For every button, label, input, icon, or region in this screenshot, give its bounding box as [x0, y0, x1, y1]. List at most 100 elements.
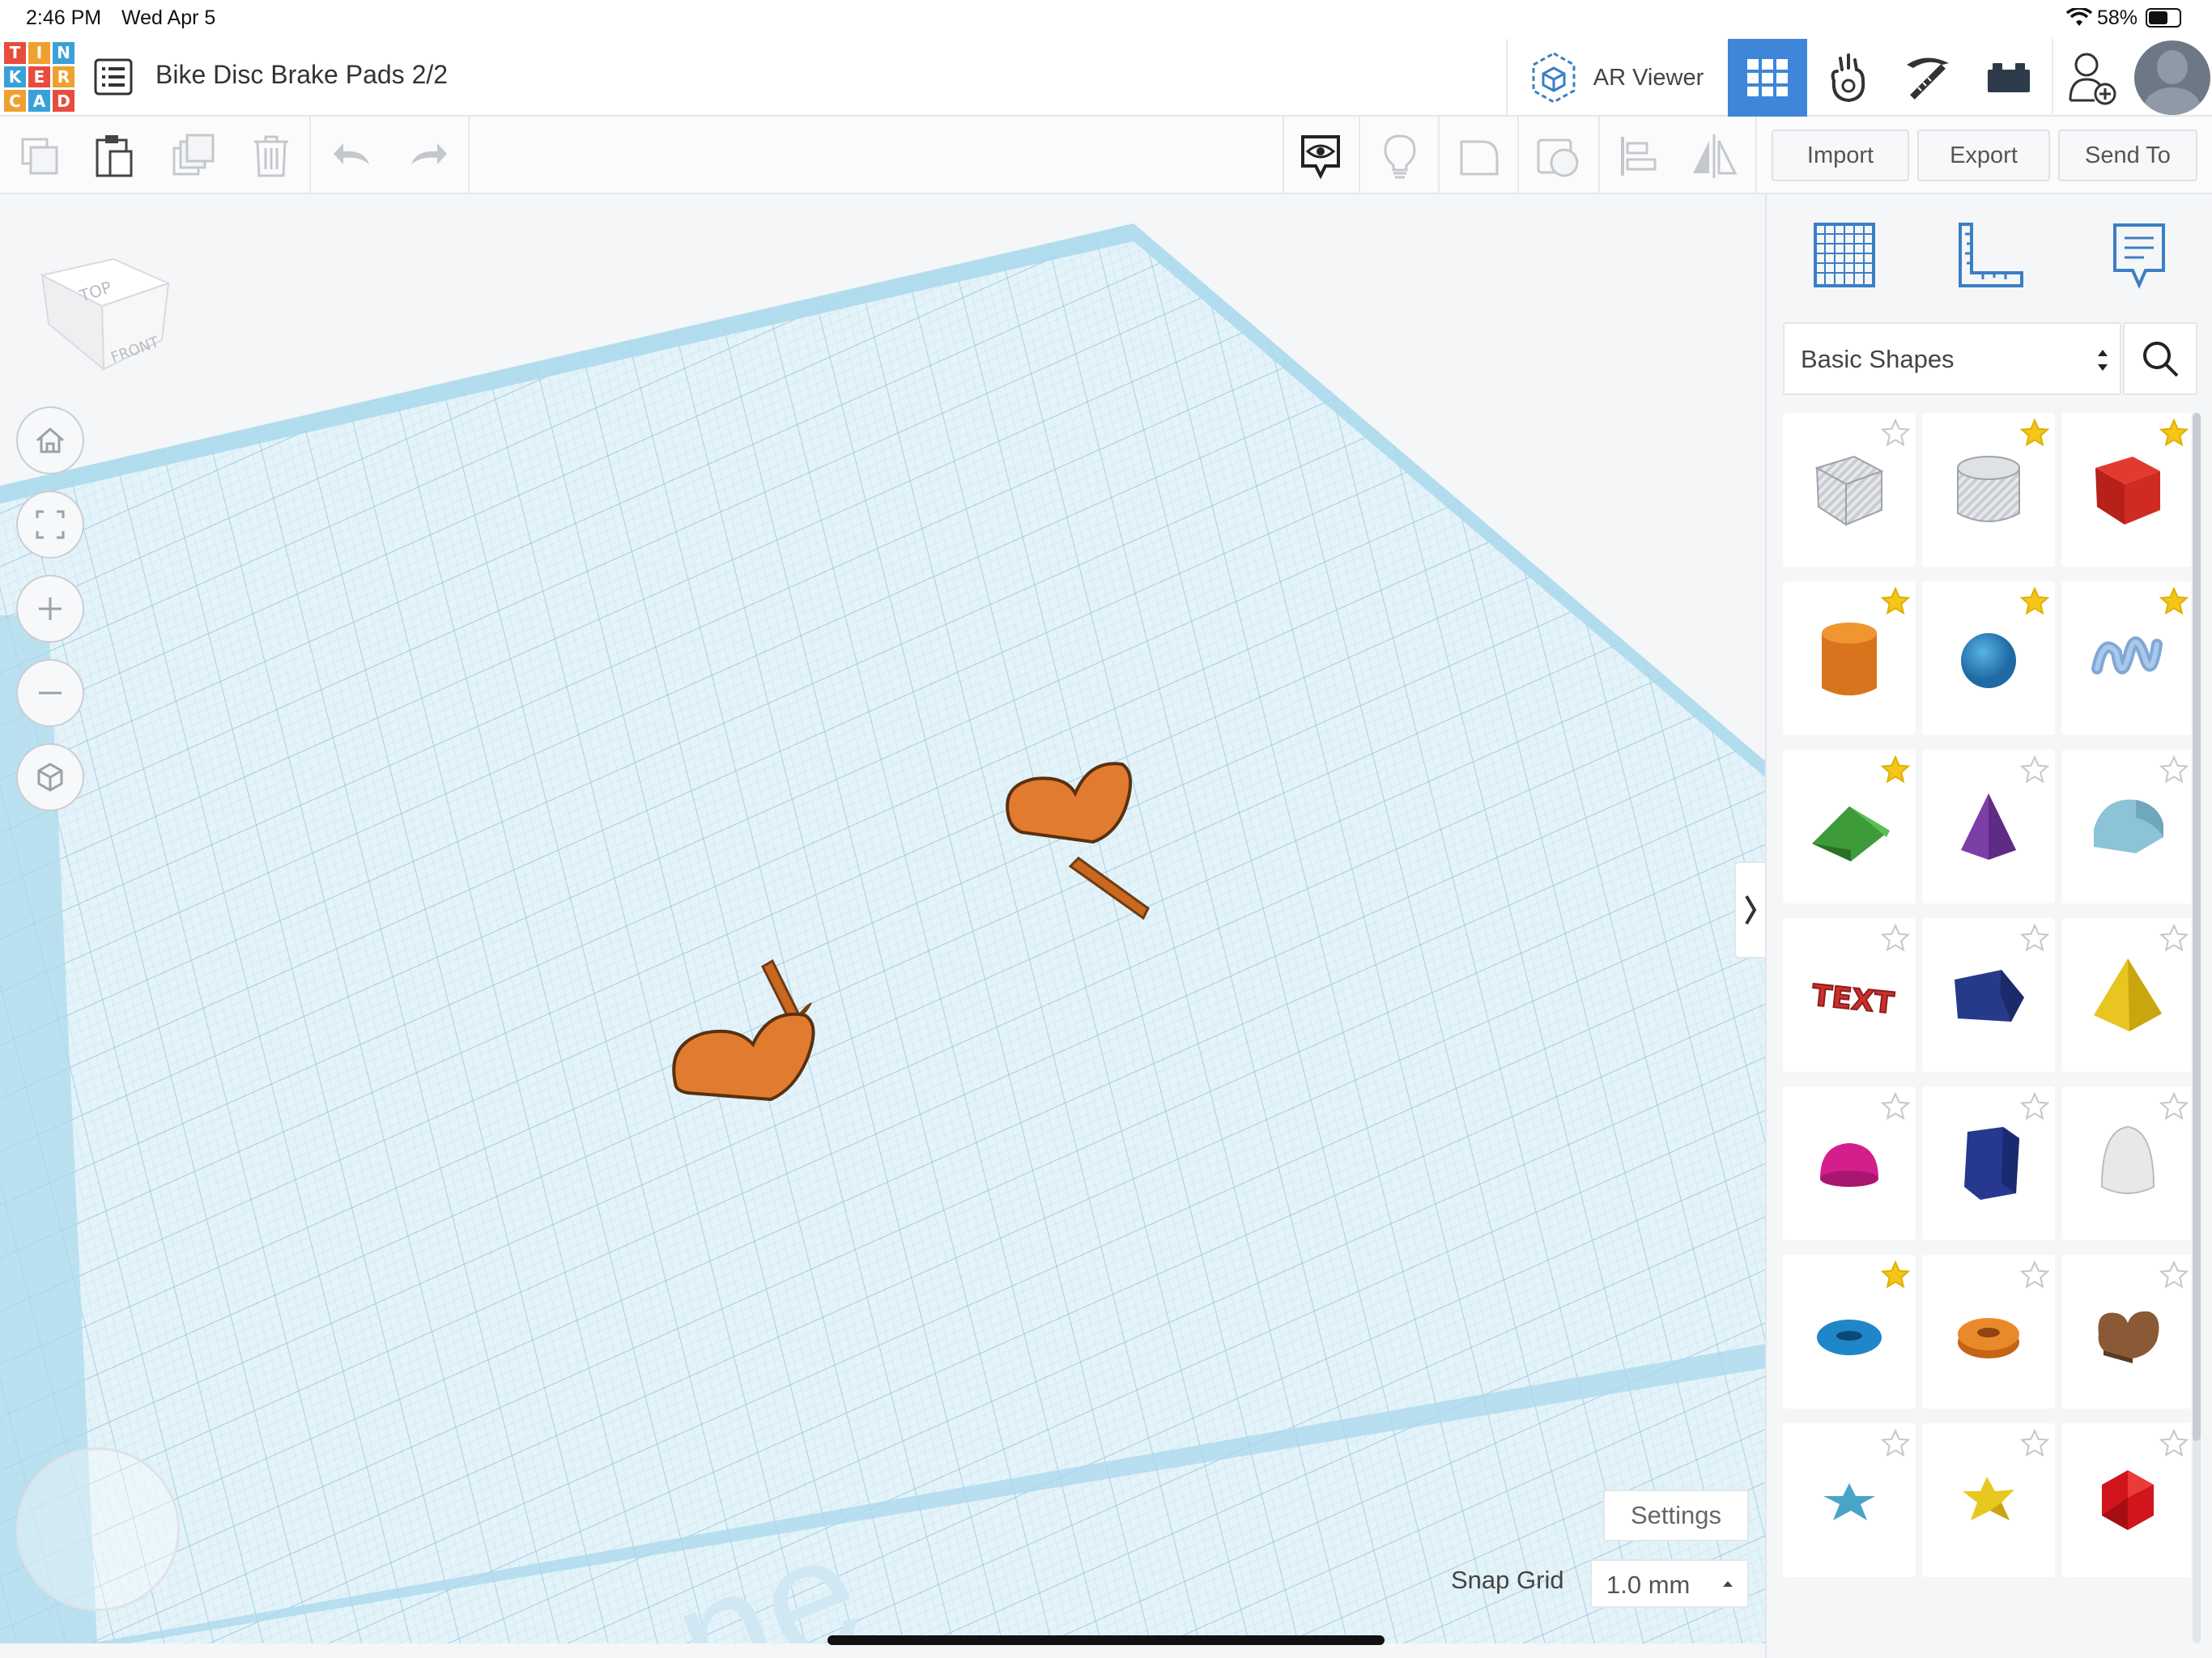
logo-letter: T: [4, 42, 26, 64]
favorite-star-filled-icon[interactable]: [2019, 418, 2050, 449]
home-indicator: [827, 1635, 1385, 1645]
tinker-hand-icon: [1831, 53, 1865, 103]
favorite-star-icon[interactable]: [2019, 923, 2050, 954]
align-button[interactable]: [1610, 128, 1666, 185]
favorite-star-filled-icon[interactable]: [1880, 755, 1911, 785]
fit-view-icon: [36, 510, 65, 539]
favorite-star-icon[interactable]: [2159, 1428, 2189, 1459]
tab-notes[interactable]: [2099, 215, 2180, 296]
shape-tile-box-hole[interactable]: [1783, 413, 1916, 567]
notes-visibility-button[interactable]: [1292, 128, 1349, 185]
list-icon[interactable]: [94, 58, 133, 96]
shape-tile-paraboloid[interactable]: [2061, 1086, 2191, 1240]
favorite-star-icon[interactable]: [2159, 755, 2189, 785]
favorite-star-filled-icon[interactable]: [2019, 586, 2050, 617]
tinkercad-logo[interactable]: TIN KER CAD: [4, 42, 74, 112]
redo-button[interactable]: [400, 128, 457, 185]
shape-tile-cone[interactable]: [1922, 750, 2055, 903]
favorite-star-icon[interactable]: [2159, 1091, 2189, 1122]
favorite-star-icon[interactable]: [1880, 1428, 1911, 1459]
favorite-star-filled-icon[interactable]: [2159, 418, 2189, 449]
undo-button[interactable]: [324, 128, 381, 185]
shape-tile-half-sphere[interactable]: [1783, 1086, 1916, 1240]
favorite-star-icon[interactable]: [2019, 1260, 2050, 1290]
design-title[interactable]: Bike Disc Brake Pads 2/2: [155, 60, 448, 90]
light-bulb-button[interactable]: [1372, 128, 1428, 185]
add-user-button[interactable]: [2052, 39, 2131, 117]
favorite-star-icon[interactable]: [2159, 1260, 2189, 1290]
shape-category-select[interactable]: Basic Shapes: [1783, 322, 2121, 395]
duplicate-button[interactable]: [165, 128, 222, 185]
tab-workplane[interactable]: [1804, 215, 1885, 296]
paste-button[interactable]: [86, 128, 143, 185]
shape-tile-cylinder[interactable]: [1783, 581, 1916, 735]
shape-tile-box[interactable]: [2061, 413, 2191, 567]
bricks-button[interactable]: [1969, 39, 2048, 117]
zoom-in-button[interactable]: [16, 575, 84, 643]
shape-tile-text[interactable]: TEXT: [1783, 918, 1916, 1072]
copy-button[interactable]: [11, 128, 68, 185]
shapes-scrollbar-thumb[interactable]: [2193, 413, 2201, 1441]
shape-tile-heart[interactable]: [2061, 1255, 2191, 1409]
avatar[interactable]: [2134, 40, 2210, 115]
favorite-star-filled-icon[interactable]: [1880, 586, 1911, 617]
solid-shape-button[interactable]: [1451, 128, 1508, 185]
fit-view-button[interactable]: [16, 491, 84, 559]
ar-viewer-button[interactable]: AR Viewer: [1506, 39, 1723, 117]
favorite-star-icon[interactable]: [2019, 755, 2050, 785]
perspective-button[interactable]: [16, 743, 84, 811]
home-view-button[interactable]: [16, 406, 84, 474]
shapes-scrollbar-track[interactable]: [2193, 413, 2201, 1643]
favorite-star-filled-icon[interactable]: [2159, 586, 2189, 617]
export-button[interactable]: Export: [1917, 130, 2050, 181]
tab-ruler[interactable]: [1950, 215, 2031, 296]
caret-up-icon: [1723, 1581, 1733, 1587]
mirror-button[interactable]: [1686, 128, 1742, 185]
favorite-star-icon[interactable]: [1880, 1091, 1911, 1122]
settings-button[interactable]: Settings: [1603, 1490, 1749, 1541]
favorite-star-icon[interactable]: [2019, 1091, 2050, 1122]
shape-tile-cylinder-hole[interactable]: [1922, 413, 2055, 567]
shape-tile-wedge[interactable]: [1922, 918, 2055, 1072]
hole-button[interactable]: [1530, 128, 1587, 185]
favorite-star-icon[interactable]: [1880, 923, 1911, 954]
copy-icon: [21, 138, 58, 175]
shape-search-button[interactable]: [2123, 322, 2197, 395]
shape-tile-torus[interactable]: [1783, 1255, 1916, 1409]
shape-tile-polygon[interactable]: [1922, 1086, 2055, 1240]
zoom-out-button[interactable]: [16, 659, 84, 727]
shape-tile-round-roof[interactable]: [2061, 750, 2191, 903]
send-to-button[interactable]: Send To: [2058, 130, 2197, 181]
shape-tile-pyramid[interactable]: [2061, 918, 2191, 1072]
favorite-star-icon[interactable]: [2159, 923, 2189, 954]
view-cube[interactable]: TOP FRONT: [32, 227, 178, 372]
import-button[interactable]: Import: [1772, 130, 1909, 181]
shape-tile-tube[interactable]: [1922, 1255, 2055, 1409]
shape-tile-icosahedron[interactable]: [2061, 1423, 2191, 1577]
workplane-viewport[interactable]: ne TOP FRONT: [0, 194, 1765, 1643]
ar-viewer-icon: [1532, 52, 1576, 104]
box-shape-icon: [2095, 457, 2160, 525]
tinker-hand-button[interactable]: [1809, 39, 1888, 117]
pickaxe-button[interactable]: [1888, 39, 1967, 117]
shape-tile-star[interactable]: [1783, 1423, 1916, 1577]
star-yellow-shape-icon: [1963, 1477, 2014, 1520]
favorite-star-icon[interactable]: [2019, 1428, 2050, 1459]
shape-tile-scribble[interactable]: [2061, 581, 2191, 735]
favorite-star-filled-icon[interactable]: [1880, 1260, 1911, 1290]
favorite-star-icon[interactable]: [1880, 418, 1911, 449]
search-icon: [2143, 342, 2179, 377]
shape-tile-sphere[interactable]: [1922, 581, 2055, 735]
snap-grid-select[interactable]: 1.0 mm: [1590, 1559, 1749, 1608]
orbit-joystick[interactable]: [16, 1448, 180, 1611]
add-user-icon: [2069, 53, 2116, 105]
collapse-panel-button[interactable]: [1734, 861, 1765, 959]
shape-tile-roof[interactable]: [1783, 750, 1916, 903]
polygon-shape-icon: [1964, 1127, 2019, 1200]
grid-view-button[interactable]: [1728, 39, 1807, 117]
redo-icon: [411, 143, 447, 164]
shape-tile-star-yellow[interactable]: [1922, 1423, 2055, 1577]
delete-button[interactable]: [243, 128, 300, 185]
workplane-grid[interactable]: ne: [0, 194, 1765, 1643]
wedge-shape-icon: [1955, 970, 2024, 1022]
